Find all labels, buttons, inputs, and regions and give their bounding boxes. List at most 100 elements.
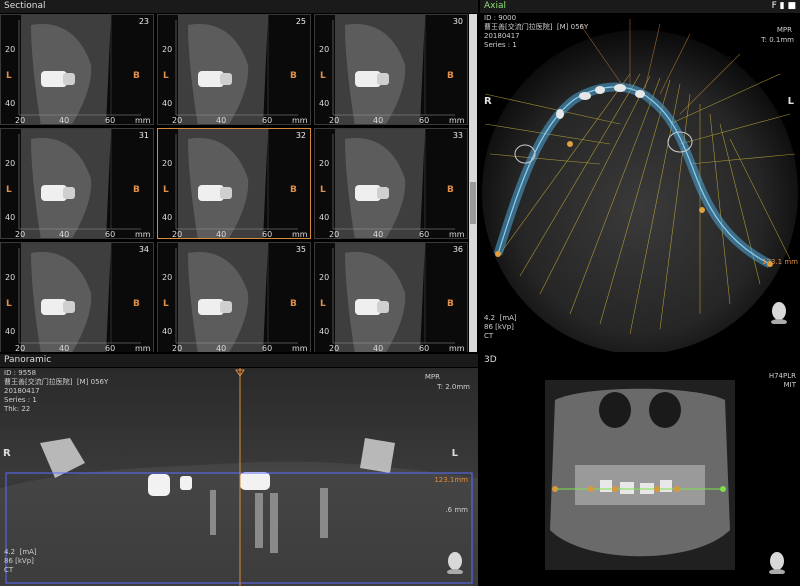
sectional-slice-image — [1, 129, 153, 238]
sectional-cell[interactable]: 35 20 40 L B 20 40 60 mm — [157, 242, 311, 352]
sectional-cell[interactable]: 30 20 40 L B 20 40 60 mm — [314, 14, 468, 125]
sectional-panel: Sectional 23 20 40 L B 20 40 60 mm 25 20 40 L B 20 40 60… — [0, 0, 478, 352]
scale-label: 40 — [373, 344, 384, 352]
sectional-cell[interactable]: 31 20 40 L B 20 40 60 mm — [0, 128, 154, 239]
scale-label: 40 — [216, 344, 227, 352]
sectional-slice-image — [1, 243, 153, 352]
scale-label: 60 — [419, 116, 430, 125]
slice-number: 32 — [295, 131, 306, 140]
sectional-slice-image — [158, 15, 310, 124]
scale-label: 20 — [329, 344, 340, 352]
tick-label: 20 — [5, 159, 16, 168]
scale-label: 20 — [15, 116, 26, 125]
toolbar-icons[interactable]: F ▮ ■ — [772, 1, 796, 11]
scale-label: 40 — [59, 116, 70, 125]
axial-left-orient: R — [484, 96, 492, 107]
axial-image[interactable] — [480, 14, 800, 352]
scale-label: 40 — [59, 230, 70, 239]
view3d-orientation: H74PLR MIT — [768, 372, 796, 389]
scale-label: 20 — [15, 344, 26, 352]
sectional-cell[interactable]: 34 20 40 L B 20 40 60 mm — [0, 242, 154, 352]
sectional-cell[interactable]: 25 20 40 L B 20 40 60 mm — [157, 14, 311, 125]
sectional-cell[interactable]: 36 20 40 L B 20 40 60 mm — [314, 242, 468, 352]
panoramic-face-icon[interactable] — [446, 550, 464, 574]
unit-label: mm — [292, 344, 308, 352]
right-marker: B — [133, 71, 140, 81]
tick-label: 40 — [319, 213, 330, 222]
unit-label: mm — [449, 344, 465, 352]
right-marker: B — [290, 185, 297, 195]
panoramic-exposure-info: 4.2 [mA] 86 [kVp] CT — [4, 548, 37, 574]
face-orientation-icon[interactable] — [770, 300, 788, 324]
scale-label: 20 — [329, 116, 340, 125]
scale-label: 20 — [172, 230, 183, 239]
right-marker: B — [290, 299, 297, 309]
axial-mode: MPR — [776, 26, 792, 34]
sectional-scrollbar[interactable] — [469, 14, 477, 352]
sectional-title: Sectional — [0, 0, 478, 13]
axial-panel[interactable]: Axial F ▮ ■ ID: 9000 曹王善[交流门拉医院] [M] 05… — [480, 0, 800, 352]
tick-label: 20 — [319, 159, 330, 168]
slice-number: 31 — [138, 131, 149, 140]
left-marker: L — [320, 71, 326, 81]
scale-label: 40 — [373, 230, 384, 239]
sectional-slice-image — [315, 15, 467, 124]
unit-label: mm — [292, 116, 308, 125]
panoramic-patient-info: ID : 9558 曹王善[交流门拉医院] [M] 056Y 20180417 … — [4, 369, 109, 413]
tick-label: 20 — [162, 45, 173, 54]
slice-number: 33 — [452, 131, 463, 140]
slice-number: 23 — [138, 17, 149, 26]
slice-number: 35 — [295, 245, 306, 254]
scale-label: 40 — [216, 116, 227, 125]
sectional-cell[interactable]: 32 20 40 L B 20 40 60 mm — [157, 128, 311, 239]
scale-label: 60 — [105, 116, 116, 125]
tick-label: 40 — [5, 327, 16, 336]
axial-exposure-info: 4.2 [mA] 86 [kVp] CT — [484, 314, 517, 340]
unit-label: mm — [135, 230, 151, 239]
scale-label: 20 — [172, 344, 183, 352]
axial-patient-info: ID : 9000 曹王善[交流门拉医院] [M] 056Y 20180417 … — [484, 14, 589, 49]
scale-label: 60 — [262, 344, 273, 352]
tick-label: 40 — [5, 99, 16, 108]
left-marker: L — [163, 185, 169, 195]
scale-label: 60 — [262, 230, 273, 239]
sectional-slice-image — [158, 129, 310, 238]
view3d-face-icon[interactable] — [768, 550, 786, 574]
view3d-title: 3D — [480, 354, 800, 367]
scale-label: 60 — [105, 344, 116, 352]
view3d-panel[interactable]: 3D H74PLR MIT — [480, 354, 800, 586]
unit-label: mm — [449, 116, 465, 125]
left-marker: L — [163, 299, 169, 309]
unit-label: mm — [135, 344, 151, 352]
panoramic-left-orient: R — [3, 448, 11, 459]
tick-label: 40 — [5, 213, 16, 222]
panoramic-right-orient: L — [451, 448, 458, 459]
tick-label: 20 — [5, 45, 16, 54]
unit-label: mm — [135, 116, 151, 125]
view3d-image[interactable] — [545, 380, 735, 570]
right-marker: B — [447, 299, 454, 309]
scale-label: 20 — [15, 230, 26, 239]
panoramic-panel[interactable]: Panoramic ID : 9558 曹王善[交流门拉医院] [M] 056Y… — [0, 354, 478, 586]
tick-label: 20 — [162, 159, 173, 168]
sectional-cell[interactable]: 33 20 40 L B 20 40 60 mm — [314, 128, 468, 239]
sectional-cell[interactable]: 23 20 40 L B 20 40 60 mm — [0, 14, 154, 125]
right-marker: B — [447, 185, 454, 195]
left-marker: L — [320, 185, 326, 195]
tick-label: 20 — [5, 273, 16, 282]
left-marker: L — [6, 185, 12, 195]
tick-label: 40 — [162, 99, 173, 108]
scale-label: 60 — [105, 230, 116, 239]
scrollbar-thumb[interactable] — [470, 182, 476, 224]
scale-label: 40 — [59, 344, 70, 352]
tick-label: 40 — [319, 99, 330, 108]
tick-label: 40 — [162, 213, 173, 222]
tick-label: 40 — [162, 327, 173, 336]
slice-number: 25 — [295, 17, 306, 26]
left-marker: L — [163, 71, 169, 81]
scale-label: 40 — [373, 116, 384, 125]
axial-right-orient: L — [787, 96, 794, 107]
right-marker: B — [447, 71, 454, 81]
axial-title: Axial — [480, 0, 800, 13]
scale-label: 20 — [329, 230, 340, 239]
